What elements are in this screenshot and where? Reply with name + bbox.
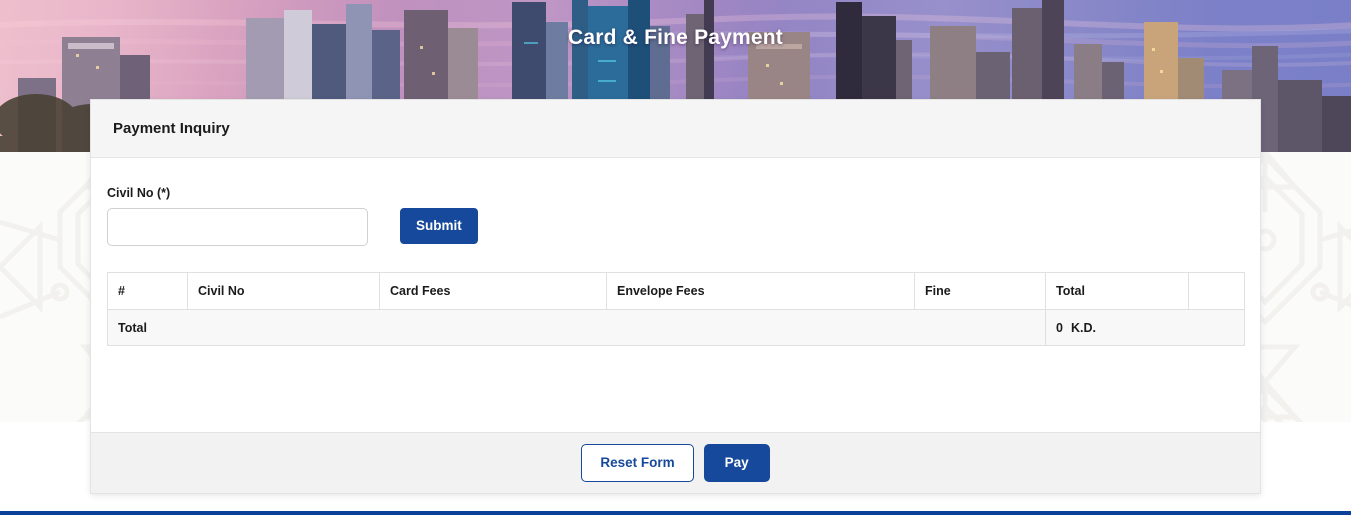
fees-table-total-row: Total 0 K.D. xyxy=(107,309,1245,346)
column-header-action xyxy=(1188,272,1245,310)
card-body: Civil No (*) Submit # Civil No Card Fees… xyxy=(91,158,1260,432)
column-header-fine: Fine xyxy=(914,272,1046,310)
card-header-title: Payment Inquiry xyxy=(113,120,230,137)
column-header-total: Total xyxy=(1045,272,1189,310)
page-title: Card & Fine Payment xyxy=(567,26,784,49)
column-header-civil-no: Civil No xyxy=(187,272,380,310)
civil-no-input[interactable] xyxy=(107,208,368,246)
inquiry-form-row: Submit xyxy=(107,208,1244,246)
reset-form-button[interactable]: Reset Form xyxy=(581,444,694,482)
card-footer: Reset Form Pay xyxy=(91,432,1260,493)
column-header-card-fees: Card Fees xyxy=(379,272,607,310)
payment-inquiry-card: Payment Inquiry Civil No (*) Submit # Ci… xyxy=(90,99,1261,494)
total-row-label: Total xyxy=(107,309,1046,346)
total-amount-currency: K.D. xyxy=(1070,320,1096,335)
column-header-index: # xyxy=(107,272,188,310)
total-row-amount: 0 K.D. xyxy=(1045,309,1245,346)
bottom-accent-bar xyxy=(0,511,1351,515)
fees-table-header-row: # Civil No Card Fees Envelope Fees Fine … xyxy=(107,272,1245,310)
card-header: Payment Inquiry xyxy=(91,100,1260,158)
column-header-envelope-fees: Envelope Fees xyxy=(606,272,915,310)
pay-button[interactable]: Pay xyxy=(703,444,770,482)
fees-table: # Civil No Card Fees Envelope Fees Fine … xyxy=(107,272,1245,346)
fees-table-head: # Civil No Card Fees Envelope Fees Fine … xyxy=(107,272,1245,310)
page-root: Card & Fine Payment Payment Inquiry Civi… xyxy=(0,0,1351,517)
total-amount-value: 0 xyxy=(1056,320,1063,335)
civil-no-label: Civil No (*) xyxy=(107,186,171,200)
submit-button[interactable]: Submit xyxy=(400,208,478,244)
fees-table-body: Total 0 K.D. xyxy=(107,309,1245,346)
